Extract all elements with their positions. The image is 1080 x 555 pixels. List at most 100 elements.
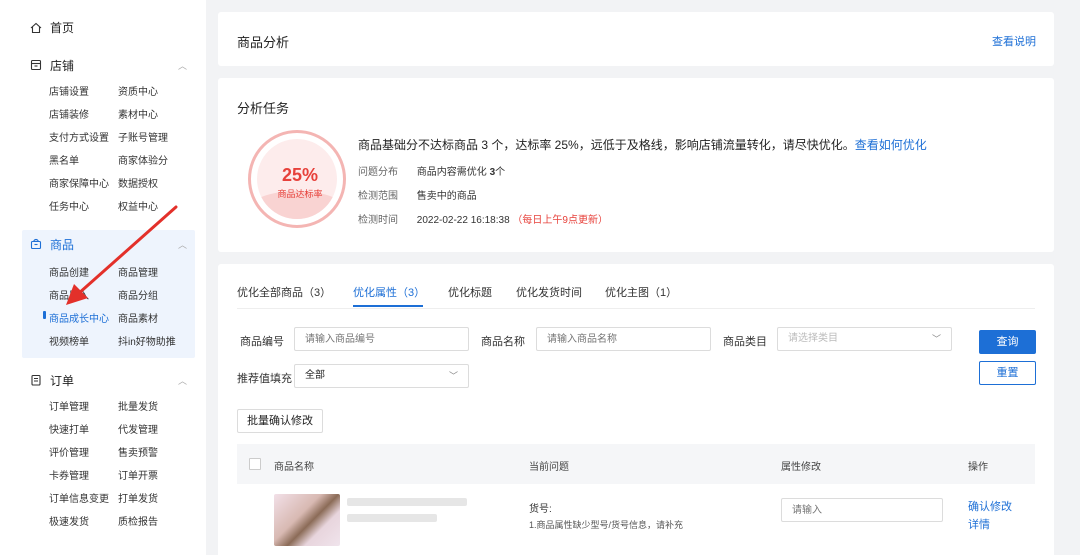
sidebar-item-goods-import[interactable]: 商品导入 xyxy=(49,287,89,302)
sidebar-item-qc-report[interactable]: 质检报告 xyxy=(118,513,158,528)
blurred-product-name xyxy=(347,498,467,506)
active-indicator xyxy=(43,311,46,319)
sidebar-item-data-authorization[interactable]: 数据授权 xyxy=(118,175,158,190)
tab-divider xyxy=(237,308,1035,309)
sidebar-item-douin-boost[interactable]: 抖in好物助推 xyxy=(118,333,176,348)
task-summary: 商品基础分不达标商品 3 个，达标率 25%，远低于及格线，影响店铺流量转化，请… xyxy=(358,136,927,153)
sidebar-item-home[interactable]: 首页 xyxy=(30,19,74,36)
issue-distribution: 问题分布 商品内容需优化 3个 xyxy=(358,163,505,178)
name-input[interactable] xyxy=(536,327,711,351)
active-tab-underline xyxy=(353,305,423,307)
sidebar-item-coupon-manage[interactable]: 卡券管理 xyxy=(49,467,89,482)
dist-label: 问题分布 xyxy=(358,167,398,178)
dist-value: 商品内容需优化 xyxy=(416,167,487,178)
sidebar-item-goods-material[interactable]: 商品素材 xyxy=(118,310,158,325)
sidebar-group-orders-head[interactable]: 订单 ︿ xyxy=(22,370,195,390)
sidebar-item-review-manage[interactable]: 评价管理 xyxy=(49,444,89,459)
category-select[interactable]: 请选择类目 ﹀ xyxy=(777,327,952,351)
code-input[interactable] xyxy=(294,327,469,351)
confirm-edit-link[interactable]: 确认修改 xyxy=(968,498,1012,514)
sidebar-item-goods-create[interactable]: 商品创建 xyxy=(49,264,89,279)
select-all-checkbox[interactable] xyxy=(249,458,261,470)
sidebar-item-task-center[interactable]: 任务中心 xyxy=(49,198,89,213)
sidebar-item-sale-warning[interactable]: 售卖预警 xyxy=(118,444,158,459)
sidebar-item-video-rank[interactable]: 视频榜单 xyxy=(49,333,89,348)
summary-text: 商品基础分不达标商品 3 个，达标率 25%，远低于及格线，影响店铺流量转化，请… xyxy=(358,138,855,152)
col-goods-name: 商品名称 xyxy=(274,462,314,473)
how-to-optimize-link[interactable]: 查看如何优化 xyxy=(855,138,927,152)
sidebar-group-store-head[interactable]: 店铺 ︿ xyxy=(22,55,195,75)
sidebar-item-express-ship[interactable]: 极速发货 xyxy=(49,513,89,528)
sidebar-item-order-change[interactable]: 订单信息变更 xyxy=(49,490,109,505)
sidebar-item-print-ship[interactable]: 打单发货 xyxy=(118,490,158,505)
chevron-down-icon: ﹀ xyxy=(448,371,458,381)
query-button[interactable]: 查询 xyxy=(979,330,1036,354)
table-row: 货号: 1.商品属性缺少型号/货号信息，请补充 确认修改 详情 xyxy=(237,484,1035,555)
chevron-up-icon[interactable]: ︿ xyxy=(178,374,187,387)
col-attribute-edit: 属性修改 xyxy=(781,462,821,473)
tab-title[interactable]: 优化标题 xyxy=(448,284,492,300)
detail-link[interactable]: 详情 xyxy=(968,516,990,532)
sidebar-item-store-decoration[interactable]: 店铺装修 xyxy=(49,106,89,121)
order-icon xyxy=(30,374,42,386)
scope-label: 检测范围 xyxy=(358,191,398,202)
recommend-select[interactable]: 全部 ﹀ xyxy=(294,364,469,388)
batch-confirm-button[interactable]: 批量确认修改 xyxy=(237,409,323,433)
optimize-card: 优化全部商品（3） 优化属性（3） 优化标题 优化发货时间 优化主图（1） 商品… xyxy=(218,264,1054,555)
pass-rate-value: 25% xyxy=(281,165,319,185)
sidebar-item-guarantee-center[interactable]: 商家保障中心 xyxy=(49,175,109,190)
sidebar-item-qualification[interactable]: 资质中心 xyxy=(118,83,158,98)
chevron-up-icon[interactable]: ︿ xyxy=(178,238,187,251)
sidebar-group-orders: 订单 ︿ xyxy=(22,370,195,530)
sidebar-item-order-manage[interactable]: 订单管理 xyxy=(49,398,89,413)
sidebar-item-rights-center[interactable]: 权益中心 xyxy=(118,198,158,213)
chevron-up-icon[interactable]: ︿ xyxy=(178,59,187,72)
page-title: 商品分析 xyxy=(237,35,290,50)
task-title: 分析任务 xyxy=(237,101,290,116)
sidebar-group-orders-title: 订单 xyxy=(50,373,75,388)
recommend-value: 全部 xyxy=(305,370,325,381)
home-icon xyxy=(30,22,42,34)
category-label: 商品类目 xyxy=(723,336,767,348)
tab-main-image[interactable]: 优化主图（1） xyxy=(605,284,677,300)
store-icon xyxy=(30,59,42,71)
sidebar-item-proxy-ship[interactable]: 代发管理 xyxy=(118,421,158,436)
sidebar-item-store-settings[interactable]: 店铺设置 xyxy=(49,83,89,98)
sidebar-item-goods-growth[interactable]: 商品成长中心 xyxy=(49,310,109,325)
tab-all-goods[interactable]: 优化全部商品（3） xyxy=(237,284,331,300)
tab-ship-time[interactable]: 优化发货时间 xyxy=(516,284,582,300)
issue-desc: 1.商品属性缺少型号/货号信息，请补充 xyxy=(529,520,684,530)
sidebar-item-payment-settings[interactable]: 支付方式设置 xyxy=(49,129,109,144)
time-note: （每日上午9点更新） xyxy=(512,215,608,226)
pass-rate-label: 商品达标率 xyxy=(277,189,323,199)
scope-value: 售卖中的商品 xyxy=(416,191,477,202)
sidebar-group-goods-head[interactable]: 商品 ︿ xyxy=(22,234,195,254)
sidebar-item-goods-group[interactable]: 商品分组 xyxy=(118,287,158,302)
reset-button[interactable]: 重置 xyxy=(979,361,1036,385)
sidebar-item-blacklist[interactable]: 黑名单 xyxy=(49,152,79,167)
header-card: 商品分析 查看说明 xyxy=(218,12,1054,66)
sidebar-item-experience-score[interactable]: 商家体验分 xyxy=(118,152,168,167)
col-current-issue: 当前问题 xyxy=(529,462,569,473)
product-thumbnail xyxy=(274,494,340,546)
sidebar: 首页 店铺 ︿ 店铺设置 资质中心 店铺装修 素材中心 支付方式设置 子账号管理… xyxy=(0,0,206,555)
attribute-input[interactable] xyxy=(781,498,943,522)
category-placeholder: 请选择类目 xyxy=(788,333,838,344)
sidebar-group-store-title: 店铺 xyxy=(50,58,75,73)
tab-attributes[interactable]: 优化属性（3） xyxy=(353,284,425,300)
sidebar-item-order-invoice[interactable]: 订单开票 xyxy=(118,467,158,482)
code-label: 商品编号 xyxy=(240,336,284,348)
time-label: 检测时间 xyxy=(358,215,398,226)
sidebar-item-material-center[interactable]: 素材中心 xyxy=(118,106,158,121)
blurred-product-name xyxy=(347,514,437,522)
detection-time: 检测时间 2022-02-22 16:18:38 （每日上午9点更新） xyxy=(358,211,608,226)
sidebar-home-label: 首页 xyxy=(50,21,75,35)
issue-title: 货号: xyxy=(529,504,552,515)
sidebar-item-batch-ship[interactable]: 批量发货 xyxy=(118,398,158,413)
sidebar-item-sub-account[interactable]: 子账号管理 xyxy=(118,129,168,144)
pass-rate-ring: 25% 商品达标率 xyxy=(248,130,346,228)
sidebar-item-goods-manage[interactable]: 商品管理 xyxy=(118,264,158,279)
analysis-task-card: 分析任务 25% 商品达标率 商品基础分不达标商品 3 个，达标率 25%，远低… xyxy=(218,78,1054,252)
help-link[interactable]: 查看说明 xyxy=(992,33,1036,49)
sidebar-item-quick-print[interactable]: 快速打单 xyxy=(49,421,89,436)
